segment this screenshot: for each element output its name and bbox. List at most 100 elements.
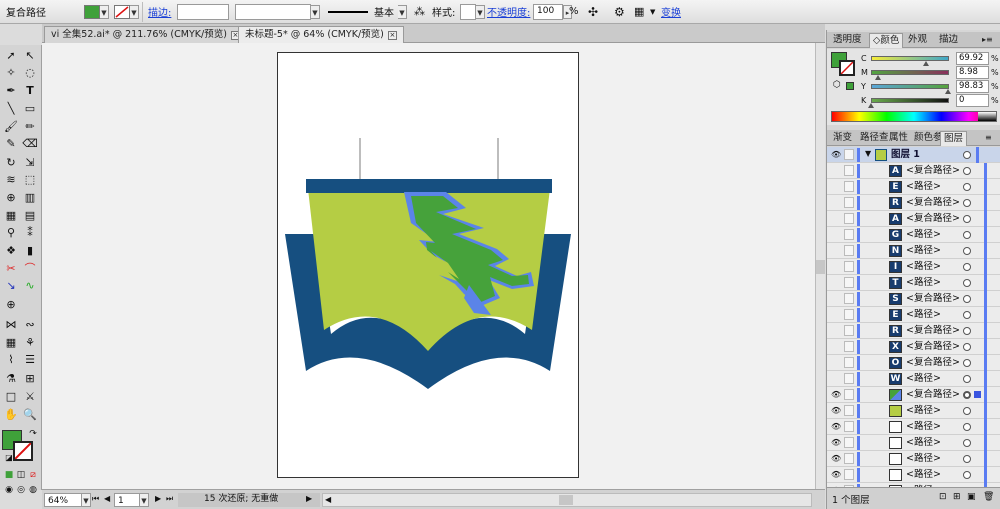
blob-brush-tool-icon[interactable]: ✎: [2, 136, 20, 151]
channel-value[interactable]: 69.92: [956, 52, 989, 65]
next-artboard-icon[interactable]: ▶: [155, 493, 161, 507]
target-icon[interactable]: [963, 391, 971, 399]
expand-arrow-icon[interactable]: ▼: [865, 149, 871, 158]
slice-tool-icon[interactable]: ⌒: [21, 261, 39, 276]
lock-toggle[interactable]: [844, 469, 854, 480]
horizontal-scrollbar[interactable]: ◀: [322, 493, 812, 507]
lock-toggle[interactable]: [844, 197, 854, 208]
tab-color[interactable]: ◇颜色: [869, 33, 904, 48]
recolor-artwork-icon[interactable]: ✣: [588, 3, 598, 20]
target-icon[interactable]: [963, 311, 971, 319]
layer-item-row[interactable]: A <复合路径>: [827, 211, 1000, 227]
rotate-tool-icon[interactable]: ↻: [2, 155, 20, 170]
layer-row-main[interactable]: 👁 ▼ 图层 1: [827, 147, 1000, 163]
direct-selection-tool-icon[interactable]: ↖: [21, 48, 39, 63]
close-icon[interactable]: ×: [387, 31, 397, 40]
lock-toggle[interactable]: [844, 357, 854, 368]
tab-layers[interactable]: 图层: [940, 131, 968, 146]
lasso-tool-icon[interactable]: ◌: [21, 65, 39, 80]
chevron-down-icon[interactable]: ▼: [140, 493, 149, 507]
target-icon[interactable]: [963, 359, 971, 367]
layer-item-row[interactable]: X <复合路径>: [827, 339, 1000, 355]
eyedropper-tool-icon[interactable]: ⚲: [2, 225, 20, 240]
lock-toggle[interactable]: [844, 229, 854, 240]
lock-toggle[interactable]: [844, 405, 854, 416]
opacity-panel-link[interactable]: 不透明度:: [487, 3, 530, 20]
blend-tool-icon[interactable]: ⁑: [21, 225, 39, 240]
chevron-down-icon[interactable]: ▼: [130, 4, 139, 19]
gear-icon[interactable]: ⚙: [614, 3, 625, 20]
frame-icon[interactable]: □: [2, 389, 20, 404]
rectangle-tool-icon[interactable]: ▭: [21, 101, 39, 116]
paintbrush-tool-icon[interactable]: 🖌: [2, 119, 20, 134]
last-artboard-icon[interactable]: ⏭: [166, 493, 173, 507]
tab-attributes[interactable]: 属性: [886, 131, 911, 146]
chevron-down-icon[interactable]: ▼: [100, 4, 109, 19]
target-icon[interactable]: [963, 247, 971, 255]
target-icon[interactable]: [963, 423, 971, 431]
width-tool-icon[interactable]: ↘: [2, 278, 20, 293]
symbol-icon[interactable]: ⁂: [414, 3, 425, 20]
lock-toggle[interactable]: [844, 373, 854, 384]
measure-icon[interactable]: ⊞: [21, 371, 39, 386]
stroke-weight-field[interactable]: [177, 3, 229, 20]
chevron-down-icon[interactable]: ▼: [398, 4, 407, 19]
layer-item-row[interactable]: E <路径>: [827, 179, 1000, 195]
layer-item-row[interactable]: I <路径>: [827, 259, 1000, 275]
opacity-field[interactable]: 100 ▸: [533, 3, 572, 20]
channel-value[interactable]: 8.98: [956, 66, 989, 79]
layer-item-row[interactable]: 👁 <路径>: [827, 467, 1000, 483]
target-icon[interactable]: [963, 439, 971, 447]
stroke-color-dropdown[interactable]: ▼: [114, 3, 139, 20]
channel-value[interactable]: 98.83: [956, 80, 989, 93]
channel-slider-track[interactable]: [871, 84, 949, 89]
spectrum-white[interactable]: [978, 112, 996, 121]
list-icon[interactable]: ☰: [21, 352, 39, 367]
draw-inside-icon[interactable]: ◍: [24, 483, 42, 498]
target-icon[interactable]: [963, 375, 971, 383]
eye-icon[interactable]: 👁: [831, 150, 841, 159]
pencil-tool-icon[interactable]: ✏: [21, 119, 39, 134]
eye-icon[interactable]: 👁: [831, 454, 841, 463]
magic-wand-tool-icon[interactable]: ✧: [2, 65, 20, 80]
layer-item-row[interactable]: T <路径>: [827, 275, 1000, 291]
radial-icon[interactable]: ⚘: [21, 335, 39, 350]
channel-row-k[interactable]: K 0%: [827, 94, 1000, 108]
layer-item-row[interactable]: E <路径>: [827, 307, 1000, 323]
first-artboard-icon[interactable]: ⏮: [92, 493, 99, 507]
target-icon[interactable]: [963, 167, 971, 175]
scrollbar-thumb[interactable]: [559, 495, 573, 505]
make-clipping-mask-icon[interactable]: ⊡: [939, 492, 947, 502]
target-icon[interactable]: [963, 295, 971, 303]
gradient-tool-icon[interactable]: ▤: [21, 208, 39, 223]
new-sublayer-icon[interactable]: ⊞: [953, 492, 961, 502]
target-icon[interactable]: [963, 263, 971, 271]
lock-toggle[interactable]: [844, 181, 854, 192]
target-icon[interactable]: [963, 343, 971, 351]
type-tool-icon[interactable]: T: [21, 83, 39, 98]
target-icon[interactable]: [963, 199, 971, 207]
tab-stroke[interactable]: 描边: [936, 33, 961, 48]
fill-color-dropdown[interactable]: ▼: [84, 3, 109, 20]
stroke-panel-link[interactable]: 描边:: [148, 3, 171, 20]
panel-menu-icon[interactable]: ≡: [982, 131, 995, 146]
brush-dropdown[interactable]: 基本 ▼: [326, 3, 407, 20]
transform-panel-link[interactable]: 变换: [661, 3, 681, 20]
panel-menu-icon[interactable]: ▸≡: [979, 33, 996, 48]
artboard-number[interactable]: 1: [114, 493, 140, 507]
eye-icon[interactable]: 👁: [831, 390, 841, 399]
vertical-scrollbar[interactable]: [815, 43, 825, 489]
wave-icon[interactable]: ∾: [21, 317, 39, 332]
eye-icon[interactable]: 👁: [831, 422, 841, 431]
layer-item-row[interactable]: A <复合路径>: [827, 163, 1000, 179]
tab-vi-collection[interactable]: vi 全集52.ai* @ 211.76% (CMYK/预览) ×: [44, 26, 247, 43]
target-icon[interactable]: [963, 455, 971, 463]
chevron-down-icon[interactable]: ▼: [650, 3, 655, 20]
none-mode-icon[interactable]: ⧄: [24, 468, 42, 483]
target-icon[interactable]: [963, 151, 971, 159]
layer-item-row[interactable]: 👁 <路径>: [827, 403, 1000, 419]
lock-toggle[interactable]: [844, 213, 854, 224]
channel-slider-track[interactable]: [871, 56, 949, 61]
mesh-tool-icon[interactable]: ▦: [2, 208, 20, 223]
channel-value[interactable]: 0: [956, 94, 989, 107]
